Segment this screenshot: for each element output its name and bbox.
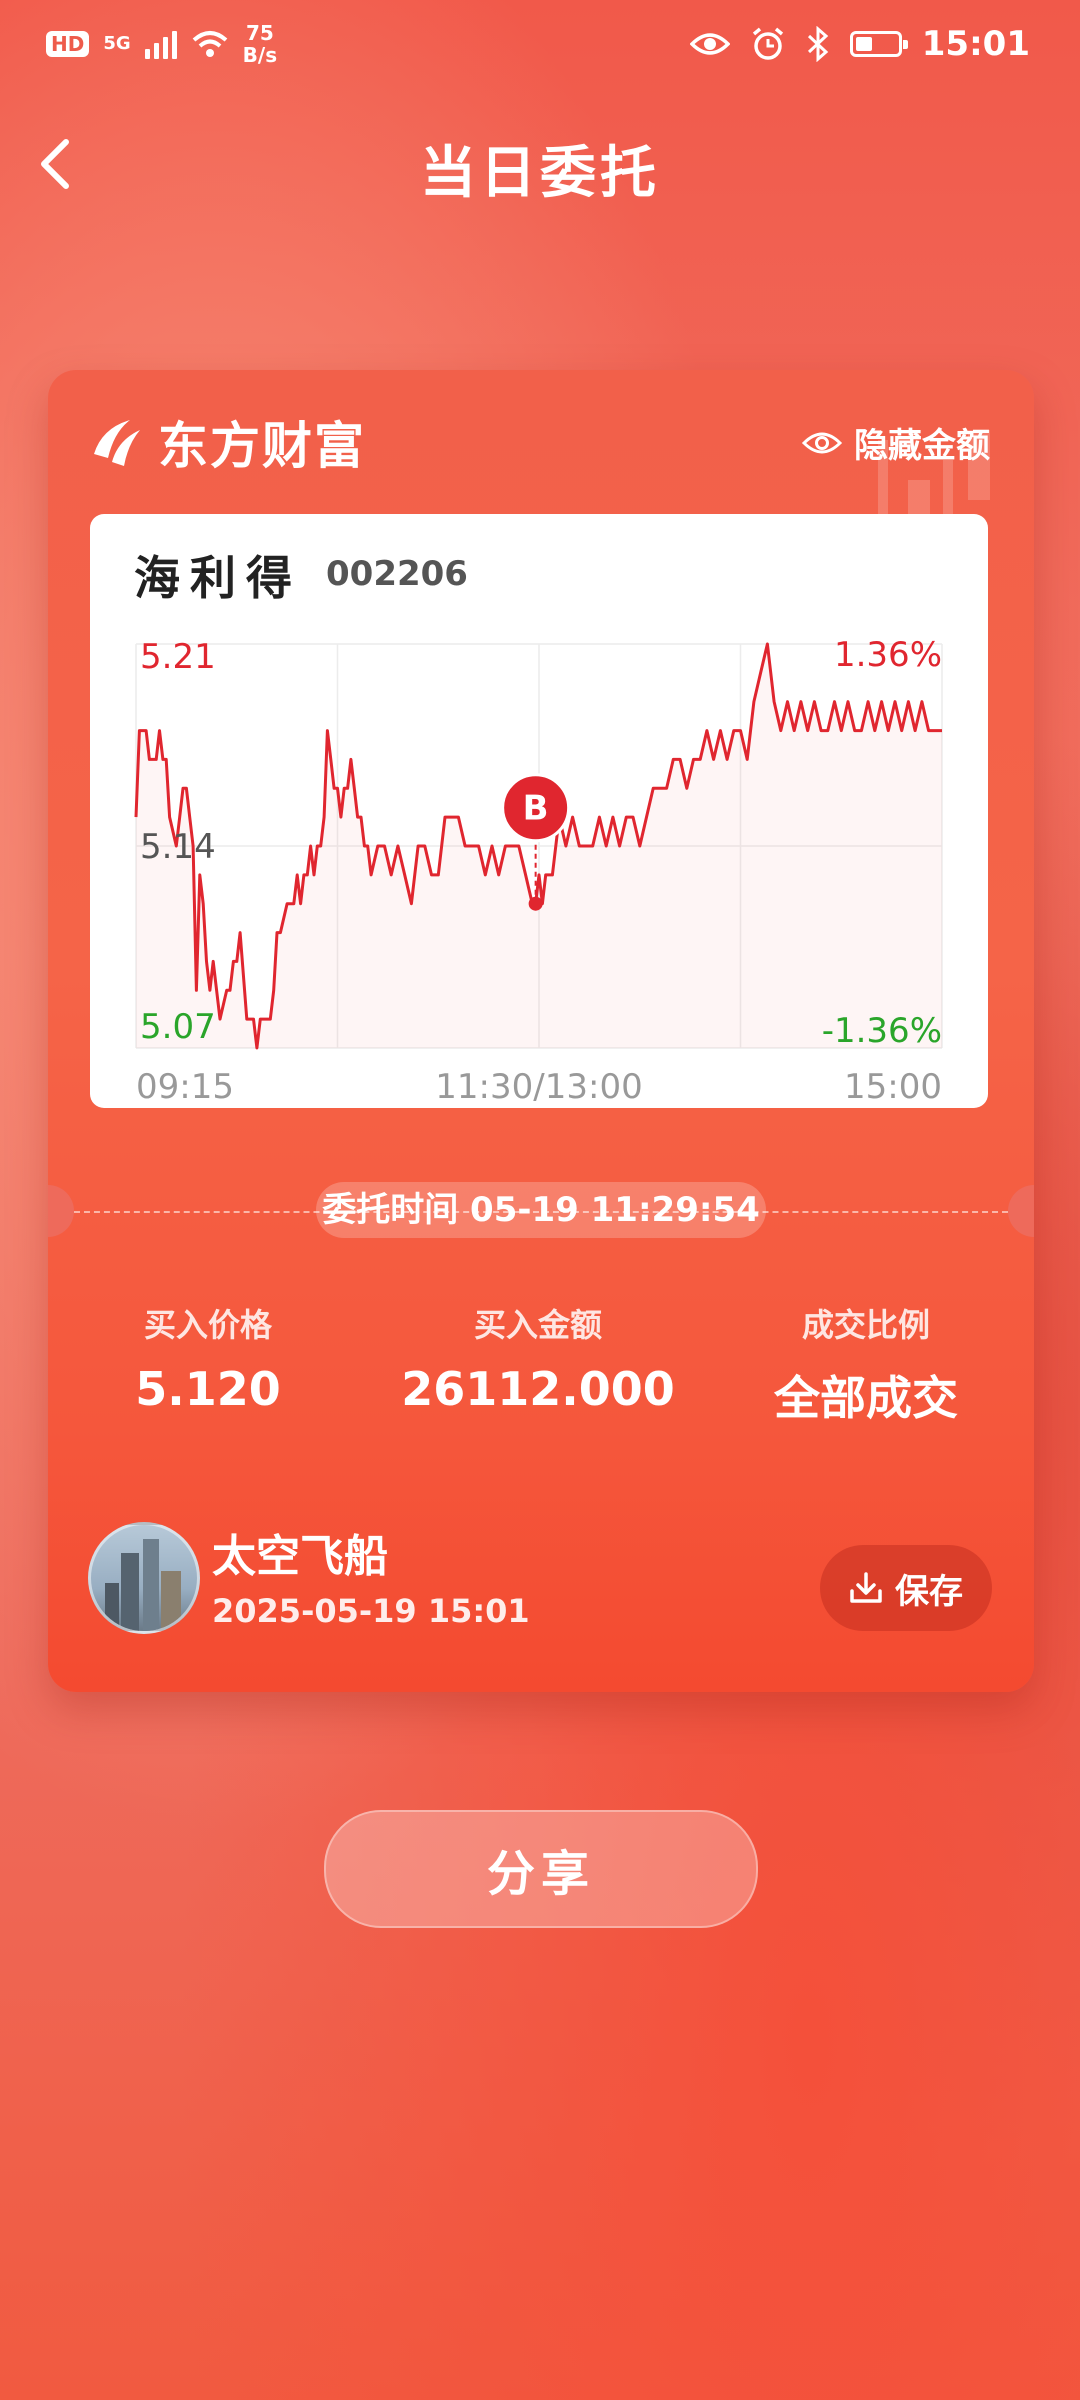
status-bar: HD 5G 75 B/s 15:01 [0,0,1080,100]
stat-value: 5.120 [135,1362,281,1416]
buy-point [528,896,543,911]
stat-label: 买入价格 [143,1306,272,1344]
page-title: 当日委托 [420,141,660,206]
ticket-notch-left [48,1185,74,1237]
hide-amount-label: 隐藏金额 [854,426,990,466]
brand: 东方财富 [88,406,366,478]
y-tick-label: 5.21 [140,637,216,677]
eye-icon [802,432,842,453]
clock: 15:01 [921,24,1030,64]
pct-tick-label: 1.36% [834,635,942,675]
avatar-image [105,1539,181,1631]
stat-value: 26112.000 [401,1362,675,1416]
stat-buy-price: 买入价格 5.120 [58,1300,358,1416]
user-datetime: 2025-05-19 15:01 [212,1592,530,1630]
battery-icon [849,31,908,57]
y-tick-label: 5.14 [140,827,216,867]
eastmoney-logo-icon [94,420,140,466]
signal-icon [144,29,177,59]
x-tick-label: 15:00 [844,1067,942,1107]
stat-label: 买入金额 [473,1306,602,1344]
stat-fill-ratio: 成交比例 全部成交 [716,1300,1016,1428]
save-label: 保存 [895,1571,963,1612]
save-button[interactable]: 保存 [820,1545,992,1631]
alarm-icon [752,27,783,60]
price-chart: B 5.21 5.14 5.07 1.36% -1.36% 09:15 11:30/13:00… [134,635,943,1107]
hd-indicator: HD [46,31,90,57]
order-card: 东方财富 隐藏金额 海利得 002206 B 5.21 5.14 5.07 1.36% -… [48,370,1034,1692]
pct-tick-label: -1.36% [822,1011,942,1051]
network-speed: 75 B/s [242,21,278,67]
share-button[interactable]: 分享 [324,1810,758,1928]
stat-buy-amount: 买入金额 26112.000 [388,1300,688,1416]
network-type: 5G [103,33,131,54]
stat-value: 全部成交 [774,1371,958,1425]
user-name: 太空飞船 [212,1531,388,1582]
bluetooth-icon [807,26,828,62]
wifi-icon [192,31,227,57]
x-tick-label: 09:15 [136,1067,234,1107]
order-time: 委托时间 05-19 11:29:54 [316,1182,766,1238]
header: 当日委托 [0,118,1080,210]
ticket-notch-right [1008,1185,1034,1237]
x-tick-label: 11:30/13:00 [435,1067,642,1107]
hide-amount-toggle[interactable]: 隐藏金额 [802,418,990,467]
avatar[interactable] [88,1522,200,1634]
eye-icon [689,33,730,55]
buy-marker-label: B [523,789,549,829]
stat-label: 成交比例 [801,1306,930,1344]
intraday-chart: 海利得 002206 B 5.21 5.14 5.07 1.36% -1.36% 09:15… [90,514,988,1108]
brand-name: 东方财富 [158,417,366,475]
download-icon [850,1572,882,1603]
y-tick-label: 5.07 [140,1007,216,1047]
